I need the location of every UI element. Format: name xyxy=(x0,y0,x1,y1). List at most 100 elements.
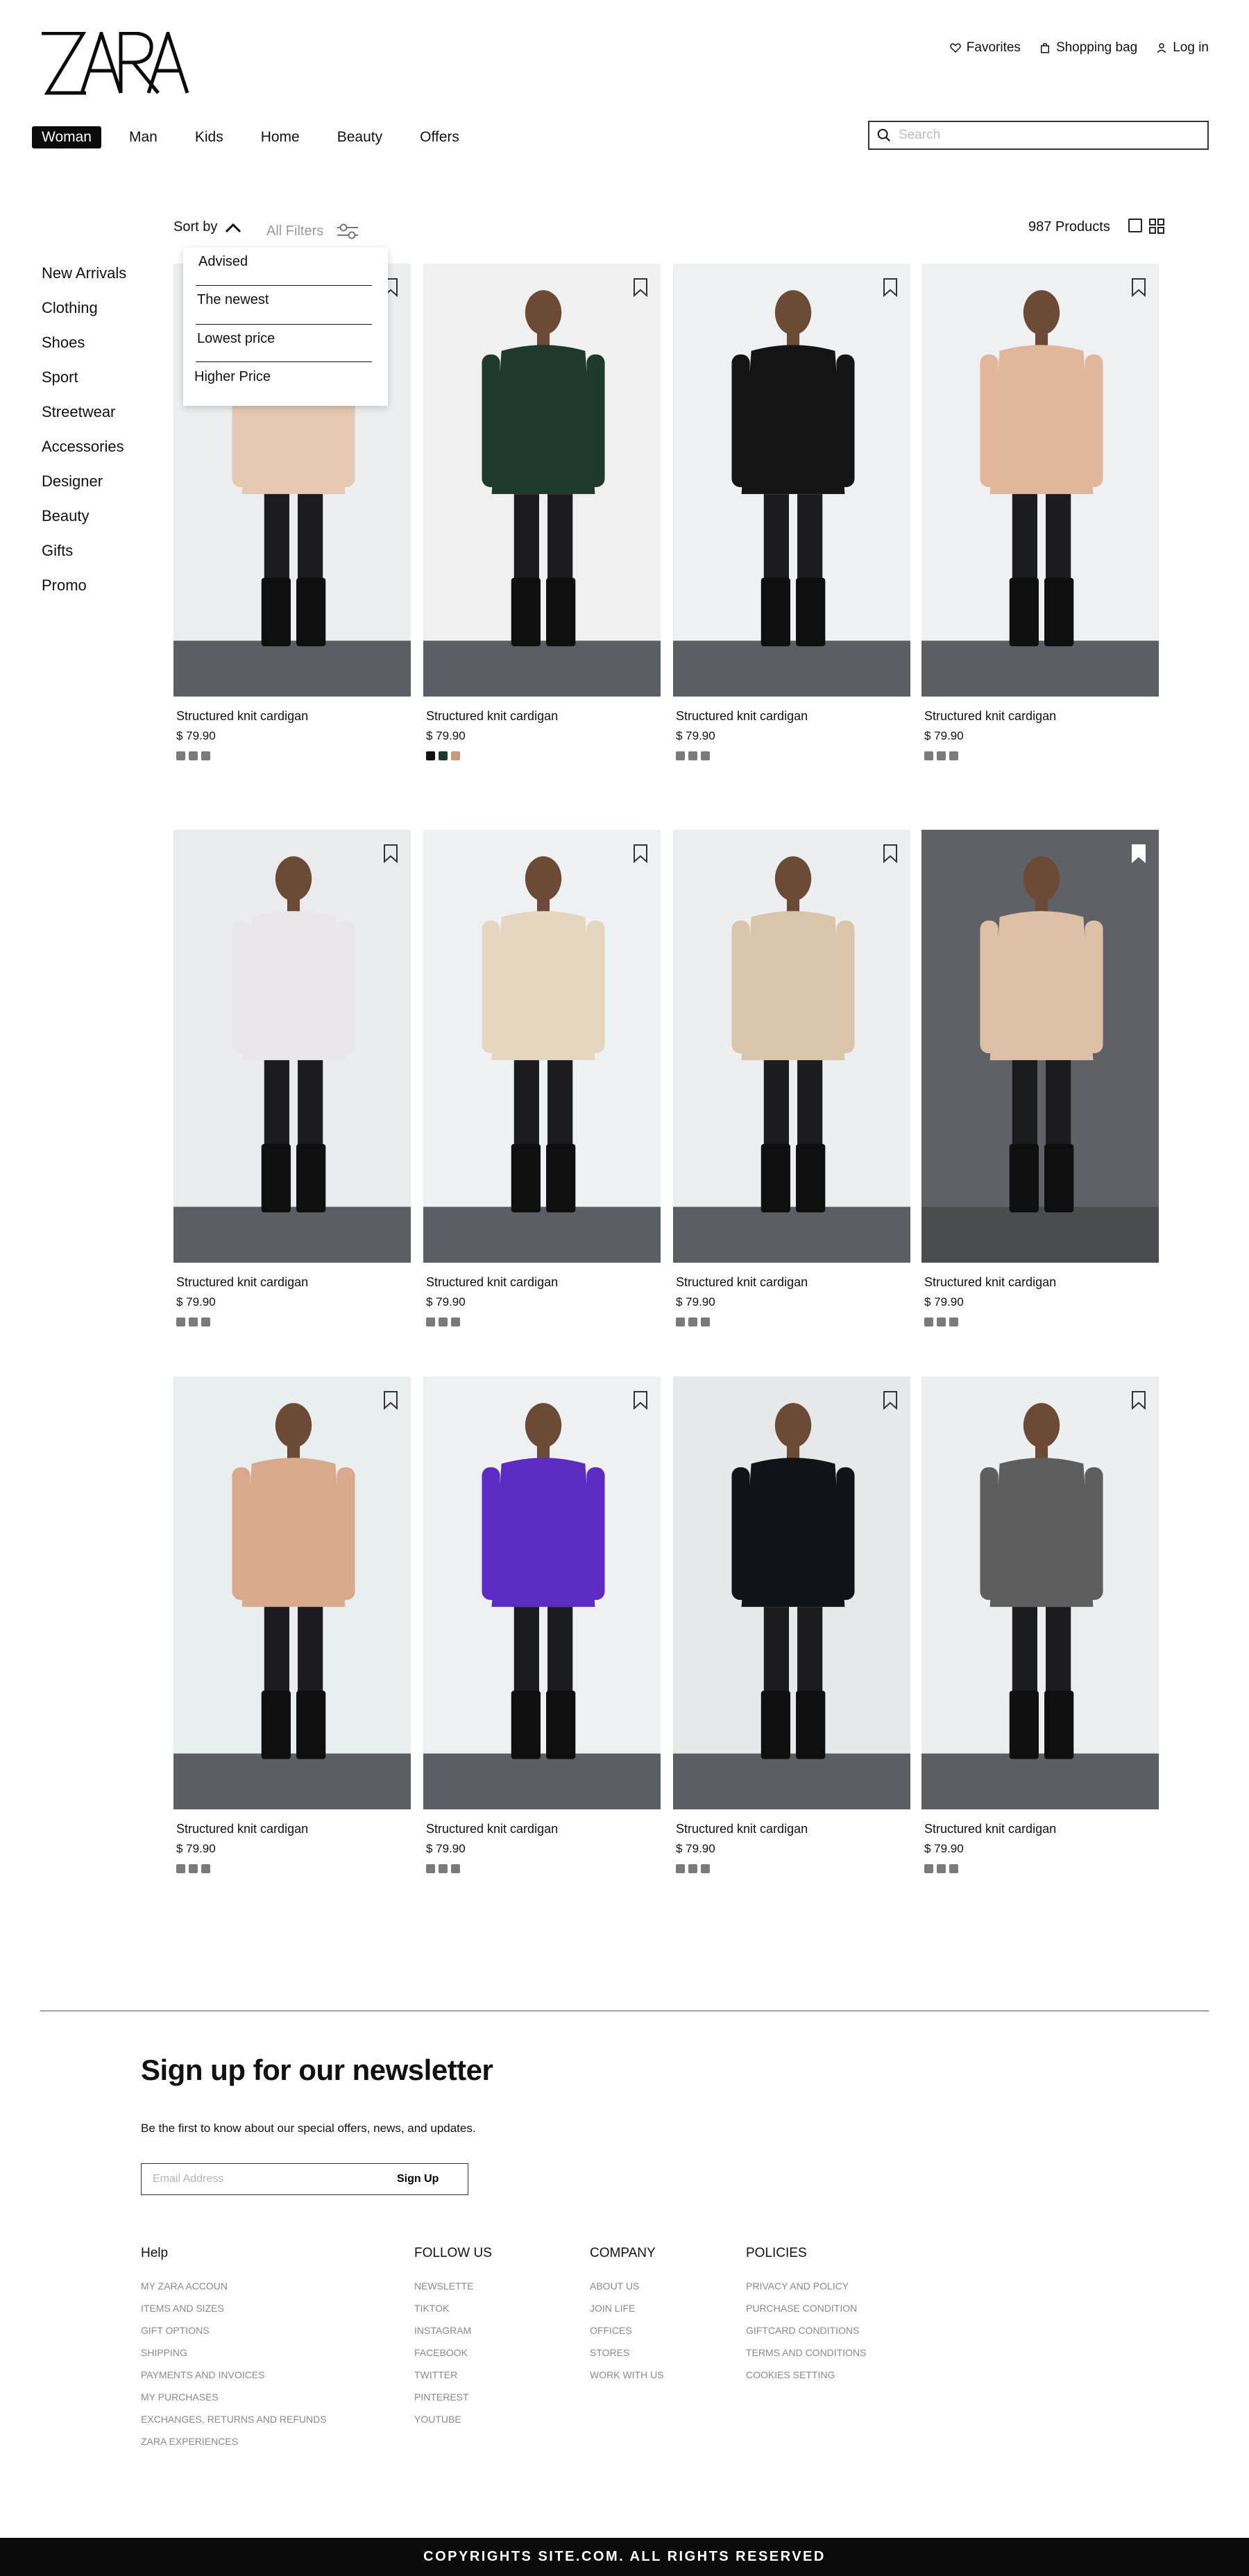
color-swatch[interactable] xyxy=(676,1864,685,1873)
product-name[interactable]: Structured knit cardigan xyxy=(676,709,910,724)
bookmark-icon[interactable] xyxy=(633,844,648,863)
product-photo[interactable] xyxy=(423,264,661,697)
color-swatch[interactable] xyxy=(688,1864,697,1873)
sidebar-item-promo[interactable]: Promo xyxy=(42,576,126,595)
product-card[interactable]: Structured knit cardigan $ 79.90 xyxy=(173,1376,411,1873)
product-card[interactable]: Structured knit cardigan $ 79.90 xyxy=(423,1376,661,1873)
color-swatch[interactable] xyxy=(949,1317,958,1327)
color-swatch[interactable] xyxy=(189,751,198,760)
footer-link[interactable]: TERMS AND CONDITIONS xyxy=(746,2347,866,2358)
sidebar-item-designer[interactable]: Designer xyxy=(42,472,126,491)
color-swatch[interactable] xyxy=(451,1864,460,1873)
bookmark-icon[interactable] xyxy=(883,844,898,863)
color-swatch[interactable] xyxy=(426,1317,435,1327)
footer-link[interactable]: ABOUT US xyxy=(590,2280,664,2292)
color-swatch[interactable] xyxy=(439,1864,448,1873)
sidebar-item-clothing[interactable]: Clothing xyxy=(42,298,126,317)
product-card[interactable]: Structured knit cardigan $ 79.90 xyxy=(921,264,1159,760)
color-swatch[interactable] xyxy=(937,1317,946,1327)
footer-link[interactable]: PRIVACY AND POLICY xyxy=(746,2280,866,2292)
sidebar-item-shoes[interactable]: Shoes xyxy=(42,333,126,352)
product-name[interactable]: Structured knit cardigan xyxy=(176,1275,411,1290)
nav-item-man[interactable]: Man xyxy=(119,126,167,148)
product-name[interactable]: Structured knit cardigan xyxy=(924,709,1159,724)
product-name[interactable]: Structured knit cardigan xyxy=(176,1822,411,1836)
footer-link[interactable]: ZARA EXPERIENCES xyxy=(141,2436,327,2447)
footer-link[interactable]: YOUTUBE xyxy=(414,2414,492,2425)
color-swatch[interactable] xyxy=(201,1317,210,1327)
footer-link[interactable]: PAYMENTS AND INVOICES xyxy=(141,2369,327,2380)
product-name[interactable]: Structured knit cardigan xyxy=(676,1822,910,1836)
product-name[interactable]: Structured knit cardigan xyxy=(924,1275,1159,1290)
color-swatch[interactable] xyxy=(701,751,710,760)
product-card[interactable]: Structured knit cardigan $ 79.90 xyxy=(423,830,661,1327)
sidebar-item-accessories[interactable]: Accessories xyxy=(42,437,126,456)
product-name[interactable]: Structured knit cardigan xyxy=(426,709,661,724)
footer-link[interactable]: FACEBOOK xyxy=(414,2347,492,2358)
nav-item-home[interactable]: Home xyxy=(251,126,309,148)
footer-link[interactable]: GIFTCARD CONDITIONS xyxy=(746,2325,866,2336)
product-name[interactable]: Structured knit cardigan xyxy=(426,1822,661,1836)
bookmark-icon[interactable] xyxy=(1131,278,1146,297)
color-swatch[interactable] xyxy=(949,751,958,760)
sort-option-advised[interactable]: Advised xyxy=(198,254,248,270)
product-name[interactable]: Structured knit cardigan xyxy=(176,709,411,724)
sidebar-item-streetwear[interactable]: Streetwear xyxy=(42,402,126,421)
sort-option-higher-price[interactable]: Higher Price xyxy=(194,369,271,385)
bookmark-icon[interactable] xyxy=(1131,844,1146,863)
product-photo[interactable] xyxy=(423,830,661,1263)
footer-link[interactable]: PINTEREST xyxy=(414,2391,492,2403)
favorites-link[interactable]: Favorites xyxy=(949,40,1021,56)
bookmark-icon[interactable] xyxy=(383,844,398,863)
product-name[interactable]: Structured knit cardigan xyxy=(426,1275,661,1290)
sign-up-button[interactable]: Sign Up xyxy=(397,2173,439,2185)
color-swatch[interactable] xyxy=(688,1317,697,1327)
footer-link[interactable]: MY ZARA ACCOUN xyxy=(141,2280,327,2292)
zara-logo[interactable] xyxy=(40,32,189,96)
color-swatch[interactable] xyxy=(426,1864,435,1873)
product-photo[interactable] xyxy=(673,830,910,1263)
color-swatch[interactable] xyxy=(201,751,210,760)
product-card[interactable]: Structured knit cardigan $ 79.90 xyxy=(673,830,910,1327)
color-swatch[interactable] xyxy=(176,1864,185,1873)
email-field[interactable] xyxy=(142,2173,391,2185)
search-input[interactable] xyxy=(899,128,1190,143)
all-filters-button[interactable]: All Filters xyxy=(266,221,359,241)
product-photo[interactable] xyxy=(173,830,411,1263)
footer-link[interactable]: STORES xyxy=(590,2347,664,2358)
product-photo[interactable] xyxy=(673,264,910,697)
color-swatch[interactable] xyxy=(201,1864,210,1873)
search-icon[interactable] xyxy=(876,128,892,143)
color-swatch[interactable] xyxy=(701,1864,710,1873)
nav-item-beauty[interactable]: Beauty xyxy=(328,126,392,148)
shopping-bag-link[interactable]: Shopping bag xyxy=(1039,40,1137,56)
footer-link[interactable]: EXCHANGES, RETURNS AND REFUNDS xyxy=(141,2414,327,2425)
product-photo[interactable] xyxy=(673,1376,910,1809)
color-swatch[interactable] xyxy=(688,751,697,760)
sidebar-item-sport[interactable]: Sport xyxy=(42,368,126,386)
color-swatch[interactable] xyxy=(451,751,460,760)
product-card[interactable]: Structured knit cardigan $ 79.90 xyxy=(423,264,661,760)
sort-by-button[interactable]: Sort by xyxy=(173,219,242,235)
single-view-icon[interactable] xyxy=(1128,219,1142,232)
nav-item-offers[interactable]: Offers xyxy=(410,126,469,148)
product-name[interactable]: Structured knit cardigan xyxy=(676,1275,910,1290)
footer-link[interactable]: WORK WITH US xyxy=(590,2369,664,2380)
sort-option-newest[interactable]: The newest xyxy=(197,292,269,308)
product-photo[interactable] xyxy=(921,1376,1159,1809)
nav-item-woman[interactable]: Woman xyxy=(32,126,101,148)
color-swatch[interactable] xyxy=(439,751,448,760)
color-swatch[interactable] xyxy=(924,1317,933,1327)
bookmark-icon[interactable] xyxy=(883,1390,898,1410)
product-photo[interactable] xyxy=(921,264,1159,697)
login-link[interactable]: Log in xyxy=(1155,40,1209,56)
product-photo[interactable] xyxy=(921,830,1159,1263)
color-swatch[interactable] xyxy=(189,1864,198,1873)
sidebar-item-gifts[interactable]: Gifts xyxy=(42,541,126,560)
footer-link[interactable]: INSTAGRAM xyxy=(414,2325,492,2336)
color-swatch[interactable] xyxy=(676,751,685,760)
color-swatch[interactable] xyxy=(176,751,185,760)
color-swatch[interactable] xyxy=(937,751,946,760)
color-swatch[interactable] xyxy=(924,751,933,760)
footer-link[interactable]: TWITTER xyxy=(414,2369,492,2380)
